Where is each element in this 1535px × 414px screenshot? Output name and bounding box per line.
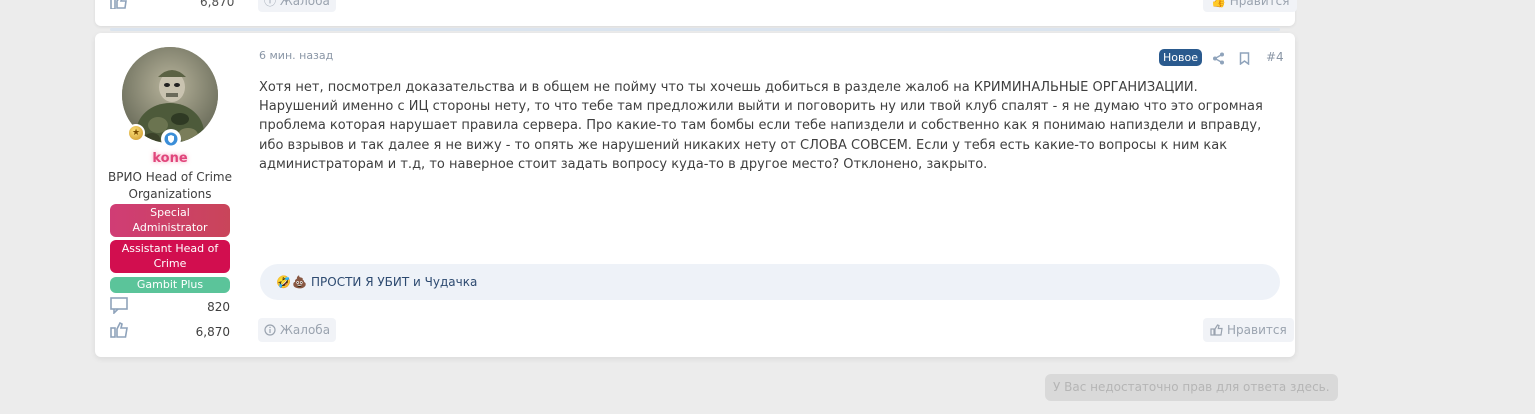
messages-icon	[110, 297, 128, 318]
post-number-link[interactable]: #4	[1266, 50, 1284, 64]
post-body: Хотя нет, посмотрел доказательства и в о…	[259, 80, 1263, 172]
poop-emoji-icon: 💩	[292, 274, 307, 289]
like-label: Нравится	[1227, 323, 1287, 337]
user-banner-assistant-head: Assistant Head of Crime Organizations	[110, 240, 230, 285]
previous-report-button[interactable]: ⓘ Жалоба	[258, 0, 336, 12]
reactions-users[interactable]: ПРОСТИ Я УБИТ и Чудачка	[311, 275, 477, 289]
trophy-badge-icon: ★	[127, 124, 145, 142]
username[interactable]: kone	[110, 151, 230, 166]
report-button[interactable]: Жалоба	[258, 318, 337, 342]
thumbs-up-icon	[110, 0, 128, 13]
no-reply-rights-notice: У Вас недостаточно прав для ответа здесь…	[1045, 374, 1338, 401]
user-title: ВРИО Head of Crime Organizations	[108, 170, 232, 201]
thumbs-up-icon	[110, 321, 128, 342]
new-badge: Новое	[1159, 49, 1202, 66]
share-icon[interactable]	[1212, 50, 1225, 69]
user-banner-special-administrator: Special Administrator	[110, 204, 230, 237]
previous-like-button[interactable]: 👍 Нравится	[1203, 0, 1298, 12]
previous-post-likes-count: 6,870	[200, 0, 235, 9]
rofl-emoji-icon: 🤣	[276, 274, 291, 289]
info-circle-icon	[264, 324, 276, 336]
bookmark-icon[interactable]	[1239, 50, 1250, 69]
report-label: Жалоба	[280, 323, 331, 337]
shield-badge-icon	[161, 129, 181, 149]
post-timestamp[interactable]: 6 мин. назад	[259, 49, 333, 62]
reaction-score: 6,870	[195, 325, 230, 339]
post-separator	[110, 28, 1280, 31]
like-button[interactable]: Нравится	[1203, 318, 1294, 342]
user-banner-gambit-plus: Gambit Plus	[110, 277, 230, 293]
thumbs-up-icon	[1210, 324, 1223, 336]
messages-count: 820	[207, 300, 230, 314]
reactions-bar[interactable]: 🤣 💩 ПРОСТИ Я УБИТ и Чудачка	[260, 264, 1280, 300]
